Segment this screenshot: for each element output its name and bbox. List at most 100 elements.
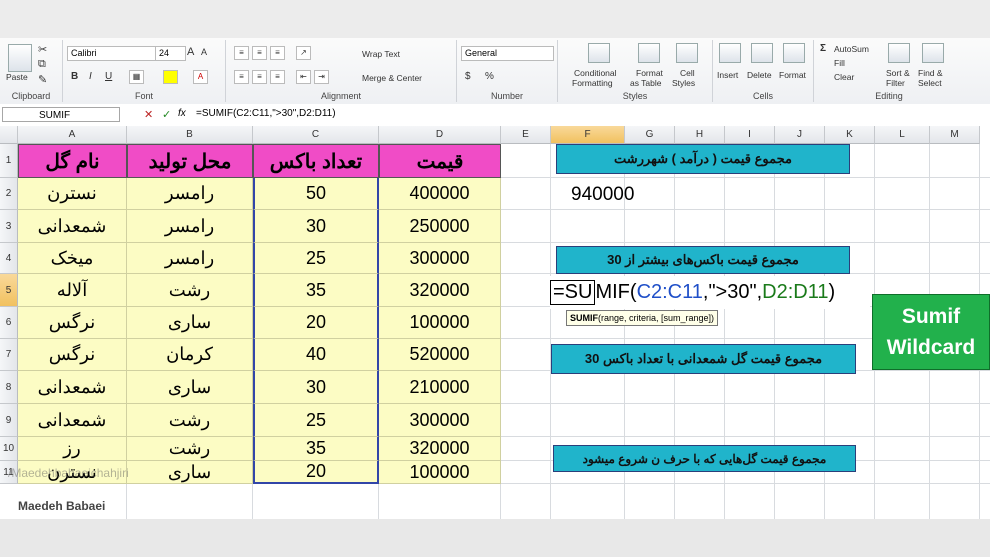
column-header-E[interactable]: E [501,126,551,144]
row-header-9[interactable]: 9 [0,404,18,437]
underline-button[interactable]: U [105,71,112,82]
table-cell-place[interactable]: رشت [127,274,253,307]
cell-F5-editing[interactable]: =SU MIF(C2:C11 ,">30", D2:D11) [550,276,870,309]
align-left-icon[interactable]: ≡ [234,70,249,84]
header-cell-place[interactable]: محل تولید [127,144,253,178]
conditional-formatting-button[interactable]: Conditional [574,68,617,78]
table-cell-count[interactable]: 30 [253,371,379,404]
row-header-7[interactable]: 7 [0,339,18,371]
column-header-K[interactable]: K [825,126,875,144]
cell-styles-icon[interactable] [676,43,698,63]
column-header-I[interactable]: I [725,126,775,144]
row-header-6[interactable]: 6 [0,307,18,339]
column-header-A[interactable]: A [18,126,127,144]
header-cell-price[interactable]: قیمت [379,144,501,178]
row-header-8[interactable]: 8 [0,371,18,404]
table-cell-count[interactable]: 35 [253,437,379,461]
formula-input[interactable]: =SUMIF(C2:C11,">30",D2:D11) [196,108,336,119]
table-cell-count[interactable]: 25 [253,404,379,437]
row-header-4[interactable]: 4 [0,243,18,274]
align-center-icon[interactable]: ≡ [252,70,267,84]
find-select-button[interactable]: Find & [918,68,943,78]
row-header-3[interactable]: 3 [0,210,18,243]
table-cell-place[interactable]: ساری [127,371,253,404]
table-cell-price[interactable]: 400000 [379,178,501,210]
table-cell-count[interactable]: 50 [253,178,379,210]
currency-button[interactable]: $ [465,71,471,82]
table-cell-price[interactable]: 100000 [379,307,501,339]
sort-filter-button[interactable]: Sort & [886,68,910,78]
table-cell-place[interactable]: ساری [127,461,253,484]
font-name-select[interactable]: Calibri [67,46,156,61]
clear-button[interactable]: Clear [834,72,854,82]
format-button[interactable]: Format [779,70,806,80]
spreadsheet-grid[interactable]: ABCDEFGHIJKLM 1 2 3 4 5 6 7 8 9 10 11 نام گل محل تو… [0,126,990,519]
format-as-table-button[interactable]: Format [636,68,663,78]
table-cell-count[interactable]: 40 [253,339,379,371]
table-cell-name[interactable]: شمعدانی [18,404,127,437]
increase-indent-icon[interactable]: ⇥ [314,70,329,84]
copy-icon[interactable]: ⧉ [38,58,46,71]
grow-font-button[interactable]: A [187,46,194,58]
column-header-F[interactable]: F [551,126,625,144]
table-cell-name[interactable]: نرگس [18,339,127,371]
cell-styles-button[interactable]: Cell [680,68,695,78]
percent-button[interactable]: % [485,71,494,82]
paste-icon[interactable] [8,44,32,72]
table-cell-place[interactable]: رامسر [127,210,253,243]
column-header-G[interactable]: G [625,126,675,144]
merge-center-button[interactable]: Merge & Center [362,73,422,83]
conditional-formatting-icon[interactable] [588,43,610,63]
table-cell-price[interactable]: 320000 [379,274,501,307]
row-header-2[interactable]: 2 [0,178,18,210]
fill-button[interactable]: Fill [834,58,845,68]
table-cell-name[interactable]: شمعدانی [18,210,127,243]
table-cell-count[interactable]: 20 [253,461,379,484]
sort-filter-icon[interactable] [888,43,910,63]
font-size-select[interactable]: 24 [155,46,186,61]
table-cell-name[interactable]: رز [18,437,127,461]
table-cell-name[interactable]: میخک [18,243,127,274]
header-cell-name[interactable]: نام گل [18,144,127,178]
table-cell-count[interactable]: 30 [253,210,379,243]
column-header-H[interactable]: H [675,126,725,144]
cut-icon[interactable]: ✂ [38,43,47,56]
table-cell-place[interactable]: رشت [127,437,253,461]
format-painter-icon[interactable]: ✎ [38,73,47,86]
delete-button[interactable]: Delete [747,70,772,80]
shrink-font-button[interactable]: A [201,47,207,57]
column-header-J[interactable]: J [775,126,825,144]
find-select-icon[interactable] [922,43,944,63]
column-header-M[interactable]: M [930,126,980,144]
table-cell-price[interactable]: 210000 [379,371,501,404]
insert-function-icon[interactable]: fx [178,108,186,119]
table-cell-name[interactable]: آلاله [18,274,127,307]
decrease-indent-icon[interactable]: ⇤ [296,70,311,84]
column-header-D[interactable]: D [379,126,501,144]
table-cell-price[interactable]: 250000 [379,210,501,243]
table-cell-name[interactable]: نسترن [18,178,127,210]
column-header-C[interactable]: C [253,126,379,144]
table-cell-name[interactable]: نرگس [18,307,127,339]
table-cell-place[interactable]: ساری [127,307,253,339]
column-header-B[interactable]: B [127,126,253,144]
insert-icon[interactable] [719,43,741,63]
name-box[interactable]: SUMIF [2,107,120,122]
delete-icon[interactable] [751,43,773,63]
table-cell-price[interactable]: 520000 [379,339,501,371]
table-cell-count[interactable]: 20 [253,307,379,339]
enter-icon[interactable]: ✓ [162,108,171,121]
table-cell-place[interactable]: کرمان [127,339,253,371]
paste-button[interactable]: Paste [6,72,28,82]
table-cell-place[interactable]: رامسر [127,178,253,210]
insert-button[interactable]: Insert [717,70,738,80]
table-cell-price[interactable]: 300000 [379,243,501,274]
table-cell-count[interactable]: 25 [253,243,379,274]
bold-button[interactable]: B [71,71,78,82]
borders-icon[interactable]: ▦ [129,70,144,84]
cell-F2-result[interactable]: 940000 [551,181,671,209]
row-header-1[interactable]: 1 [0,144,18,178]
row-header-10[interactable]: 10 [0,437,18,461]
number-format-select[interactable]: General [461,46,554,61]
fill-color-icon[interactable] [163,70,178,84]
